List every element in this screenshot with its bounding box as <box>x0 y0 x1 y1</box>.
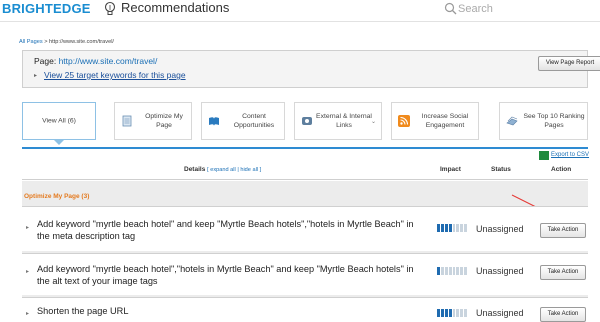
tab-see-top-10-ranking-pages[interactable]: See Top 10 Ranking Pages <box>499 102 588 140</box>
take-action-button[interactable]: Take Action <box>540 223 586 238</box>
search-icon <box>444 2 457 15</box>
page-url-link[interactable]: http://www.site.com/travel/ <box>59 56 158 66</box>
page-summary-box: Page: http://www.site.com/travel/ ▸ View… <box>22 50 600 88</box>
header-divider <box>22 179 588 180</box>
impact-segment <box>448 309 452 317</box>
impact-segment <box>448 224 452 232</box>
impact-header: Impact <box>440 166 461 173</box>
top-bar: BRIGHTEDGE Recommendations <box>0 0 600 22</box>
tab-increase-social-engagement[interactable]: Increase Social Engagement <box>391 102 479 140</box>
tab-label: Increase Social Engagement <box>421 113 469 129</box>
recommendation-text: Add keyword "myrtle beach hotel" and kee… <box>37 219 414 241</box>
impact-meter <box>437 224 467 232</box>
tab-view-all[interactable]: View All (6) <box>22 102 96 140</box>
impact-segment <box>464 309 467 317</box>
details-label: Details <box>184 166 206 173</box>
tab-external-internal-links[interactable]: External & Internal Links ⌄ <box>294 102 382 140</box>
view-page-report-button[interactable]: View Page Report <box>538 56 600 71</box>
impact-segment <box>464 224 467 232</box>
expand-hide-controls: [ expand all | hide all ] <box>207 167 262 173</box>
recommendation-text: Add keyword "myrtle beach hotel","hotels… <box>37 264 414 286</box>
book-icon <box>209 117 219 126</box>
breadcrumb: All Pages > http://www.site.com/travel/ <box>19 39 114 45</box>
impact-segment <box>452 267 456 275</box>
nav-title[interactable]: Recommendations <box>121 0 229 15</box>
impact-segment <box>460 309 464 317</box>
impact-segment <box>448 267 452 275</box>
impact-meter <box>437 267 467 275</box>
expand-arrow-icon[interactable]: ▸ <box>26 224 29 231</box>
tab-label: Optimize My Page <box>145 113 183 129</box>
pages-icon <box>506 116 518 126</box>
impact-segment <box>460 267 464 275</box>
link-icon <box>302 117 312 125</box>
tabs-divider <box>22 147 588 149</box>
status-text: Unassigned <box>476 224 524 234</box>
impact-segment <box>456 267 460 275</box>
table-row[interactable]: ▸ Add keyword "myrtle beach hotel","hote… <box>22 253 588 295</box>
expand-arrow-icon[interactable]: ▸ <box>26 268 29 275</box>
breadcrumb-current: http://www.site.com/travel/ <box>49 39 114 45</box>
breadcrumb-root-link[interactable]: All Pages <box>19 39 43 45</box>
status-text: Unassigned <box>476 308 524 318</box>
impact-segment <box>452 309 456 317</box>
tab-label: Content Opportunities <box>233 113 275 129</box>
excel-icon <box>539 151 549 160</box>
impact-segment <box>440 309 444 317</box>
tab-content-opportunities[interactable]: Content Opportunities <box>201 102 285 140</box>
impact-segment <box>437 224 440 232</box>
export-to-csv-link[interactable]: Export to CSV <box>551 152 589 158</box>
action-header: Action <box>551 166 572 173</box>
details-header: Details [ expand all | hide all ] <box>184 166 261 173</box>
impact-segment <box>452 224 456 232</box>
impact-segment <box>440 267 444 275</box>
tab-optimize-my-page[interactable]: Optimize My Page <box>114 102 192 140</box>
impact-segment <box>444 267 448 275</box>
page-label: Page: <box>34 56 59 66</box>
document-icon <box>122 115 132 127</box>
table-row[interactable]: ▸ Shorten the page URL Unassigned Take A… <box>22 297 588 322</box>
lightbulb-icon <box>104 1 116 15</box>
expand-all-link[interactable]: expand all <box>210 167 236 173</box>
impact-segment <box>444 224 448 232</box>
take-action-button[interactable]: Take Action <box>540 265 586 280</box>
impact-segment <box>437 309 440 317</box>
impact-segment <box>456 309 460 317</box>
expand-arrow-icon: ▸ <box>34 73 38 79</box>
impact-segment <box>456 224 460 232</box>
take-action-button[interactable]: Take Action <box>540 307 586 322</box>
impact-segment <box>440 224 444 232</box>
brand-logo[interactable]: BRIGHTEDGE <box>2 1 91 16</box>
tab-label: External & Internal Links <box>316 113 372 129</box>
tab-label: View All (6) <box>42 117 76 125</box>
impact-segment <box>464 267 467 275</box>
impact-segment <box>437 267 440 275</box>
active-tab-pointer <box>54 140 64 145</box>
impact-segment <box>460 224 464 232</box>
rss-icon <box>398 115 410 127</box>
status-text: Unassigned <box>476 266 524 276</box>
expand-arrow-icon[interactable]: ▸ <box>26 310 29 317</box>
recommendation-text: Shorten the page URL <box>37 306 129 316</box>
section-title[interactable]: Optimize My Page (3) <box>24 193 89 200</box>
table-header: Details [ expand all | hide all ] Impact… <box>22 160 588 179</box>
impact-meter <box>437 309 467 317</box>
hide-all-link[interactable]: hide all <box>240 167 258 173</box>
table-row[interactable]: ▸ Add keyword "myrtle beach hotel" and k… <box>22 206 588 251</box>
impact-segment <box>444 309 448 317</box>
tab-label: See Top 10 Ranking Pages <box>523 113 585 129</box>
page-label-row: Page: http://www.site.com/travel/ <box>34 56 157 66</box>
view-keywords-link[interactable]: View 25 target keywords for this page <box>44 70 186 80</box>
status-header: Status <box>491 166 511 173</box>
chevron-down-icon: ⌄ <box>370 119 376 125</box>
search-input[interactable] <box>458 1 588 16</box>
